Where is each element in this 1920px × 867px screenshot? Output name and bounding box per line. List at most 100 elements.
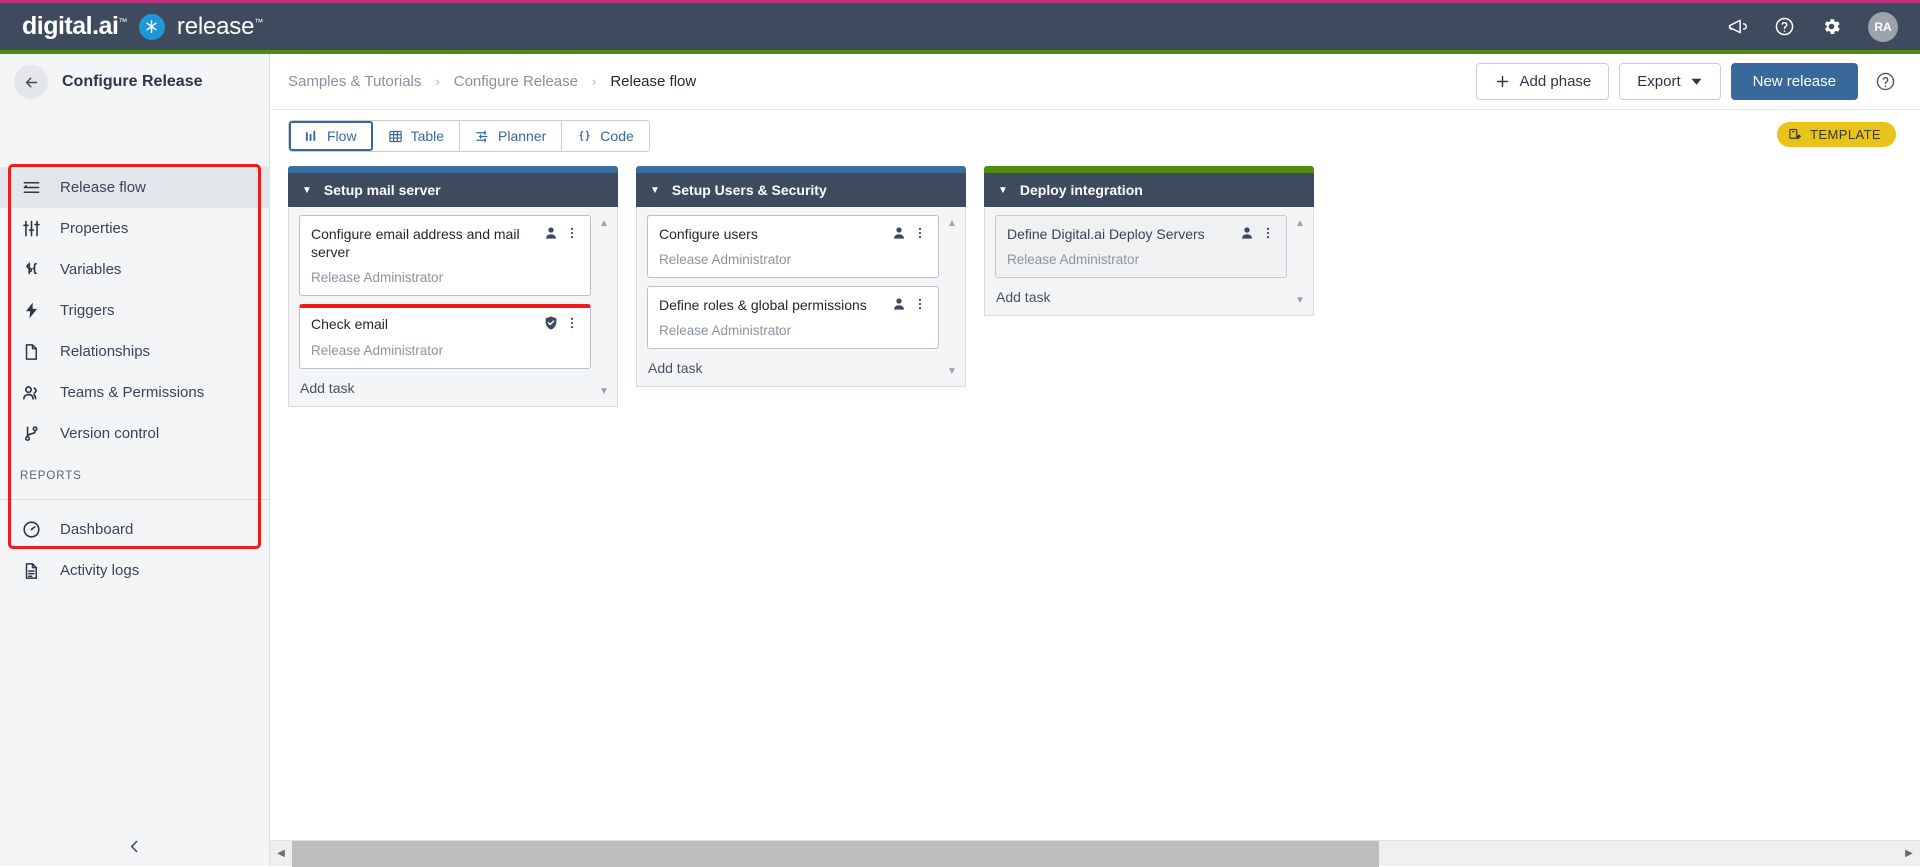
kebab-menu-icon[interactable]	[565, 225, 579, 241]
task-list: Configure users Release Administrator De…	[647, 215, 939, 380]
sidebar-item-release-flow[interactable]: Release flow	[0, 167, 270, 208]
scroll-down-arrow-icon[interactable]: ▼	[599, 386, 609, 397]
breadcrumb-item-release-flow: Release flow	[610, 73, 696, 90]
avatar[interactable]: RA	[1868, 12, 1898, 42]
phase-title: Setup Users & Security	[672, 182, 827, 198]
person-icon[interactable]	[891, 225, 907, 241]
page-help-icon[interactable]	[1874, 71, 1896, 93]
breadcrumb-item-configure-release[interactable]: Configure Release	[454, 73, 578, 90]
tab-code[interactable]: Code	[562, 121, 648, 151]
sidebar-divider	[0, 499, 270, 500]
page-actions: Add phase Export New release	[1476, 63, 1896, 100]
scroll-up-arrow-icon[interactable]: ▲	[947, 218, 957, 229]
export-button[interactable]: Export	[1619, 63, 1720, 100]
kebab-menu-icon[interactable]	[565, 315, 579, 331]
kebab-menu-icon[interactable]	[913, 296, 927, 312]
add-task-button[interactable]: Add task	[299, 377, 591, 400]
view-tabs: Flow Table Planner Code	[288, 120, 650, 152]
add-task-button[interactable]: Add task	[995, 286, 1287, 309]
task-card-row: Define roles & global permissions	[659, 296, 927, 314]
kebab-menu-icon[interactable]	[1261, 225, 1275, 241]
phase-vertical-scrollbar[interactable]: ▲ ▼	[597, 215, 611, 400]
phase-collapse-caret-icon[interactable]: ▼	[650, 185, 660, 196]
scroll-up-arrow-icon[interactable]: ▲	[1295, 218, 1305, 229]
task-card-row: Define Digital.ai Deploy Servers	[1007, 225, 1275, 243]
phase-accent-bar	[288, 166, 618, 173]
sidebar-item-label: Release flow	[60, 179, 146, 196]
person-icon[interactable]	[1239, 225, 1255, 241]
shield-check-icon[interactable]	[543, 315, 559, 331]
task-owner: Release Administrator	[311, 270, 579, 285]
person-icon[interactable]	[543, 225, 559, 241]
add-phase-button[interactable]: Add phase	[1476, 63, 1610, 100]
tab-flow[interactable]: Flow	[289, 121, 373, 151]
template-badge[interactable]: TEMPLATE	[1777, 122, 1896, 147]
scroll-down-arrow-icon[interactable]: ▼	[1295, 295, 1305, 306]
sidebar-item-label: Relationships	[60, 343, 150, 360]
sidebar-item-activity-logs[interactable]: Activity logs	[0, 550, 270, 591]
brand-digitalai-text: digital.ai™	[22, 14, 127, 39]
brand-logo[interactable]: digital.ai™ release™	[0, 13, 263, 41]
task-card[interactable]: Define roles & global permissions Releas…	[647, 286, 939, 349]
person-icon[interactable]	[891, 296, 907, 312]
task-owner: Release Administrator	[311, 343, 579, 358]
scrollbar-thumb[interactable]	[292, 841, 1379, 867]
sidebar-collapse-button[interactable]	[0, 826, 269, 866]
phase-title: Setup mail server	[324, 182, 441, 198]
help-icon[interactable]	[1774, 16, 1795, 37]
planner-lines-icon	[475, 129, 490, 144]
task-card-row: Configure users	[659, 225, 927, 243]
phase-vertical-scrollbar[interactable]: ▲ ▼	[945, 215, 959, 380]
task-list: Configure email address and mail server …	[299, 215, 591, 400]
task-title: Define roles & global permissions	[659, 296, 891, 314]
task-card-icons	[891, 296, 927, 312]
sidebar-item-relationships[interactable]: Relationships	[0, 331, 270, 372]
sidebar-item-triggers[interactable]: Triggers	[0, 290, 270, 331]
task-title: Configure email address and mail server	[311, 225, 543, 261]
back-arrow-icon[interactable]	[14, 65, 48, 99]
task-card[interactable]: Check email Release Administrator	[299, 304, 591, 368]
sidebar-item-label: Triggers	[60, 302, 114, 319]
template-badge-label: TEMPLATE	[1810, 127, 1881, 142]
chevron-down-icon	[1690, 75, 1703, 88]
task-card[interactable]: Configure users Release Administrator	[647, 215, 939, 278]
sidebar-item-variables[interactable]: Variables	[0, 249, 270, 290]
sidebar-item-dashboard[interactable]: Dashboard	[0, 509, 270, 550]
scroll-right-arrow-icon[interactable]: ▶	[1898, 848, 1920, 859]
phase-accent-bar	[636, 166, 966, 173]
tab-planner[interactable]: Planner	[460, 121, 562, 151]
phase-header[interactable]: ▼ Setup mail server	[288, 173, 618, 207]
phase-header[interactable]: ▼ Deploy integration	[984, 173, 1314, 207]
add-task-button[interactable]: Add task	[647, 357, 939, 380]
breadcrumb-separator: ›	[435, 74, 439, 89]
horizontal-scrollbar[interactable]: ◀ ▶	[270, 840, 1920, 866]
sidebar-item-properties[interactable]: Properties	[0, 208, 270, 249]
breadcrumb-separator: ›	[592, 74, 596, 89]
task-title: Define Digital.ai Deploy Servers	[1007, 225, 1239, 243]
sidebar-item-label: Activity logs	[60, 562, 139, 579]
sidebar-item-teams-permissions[interactable]: Teams & Permissions	[0, 372, 270, 413]
phase-collapse-caret-icon[interactable]: ▼	[998, 185, 1008, 196]
phase-vertical-scrollbar[interactable]: ▲ ▼	[1293, 215, 1307, 309]
phase-body: Configure users Release Administrator De…	[636, 207, 966, 387]
phase-accent-bar	[984, 166, 1314, 173]
export-label: Export	[1637, 73, 1680, 90]
settings-gear-icon[interactable]	[1821, 16, 1842, 37]
scroll-left-arrow-icon[interactable]: ◀	[270, 848, 292, 859]
scroll-up-arrow-icon[interactable]: ▲	[599, 218, 609, 229]
announcements-icon[interactable]	[1727, 16, 1748, 37]
breadcrumb-item-samples[interactable]: Samples & Tutorials	[288, 73, 421, 90]
scroll-down-arrow-icon[interactable]: ▼	[947, 366, 957, 377]
task-card[interactable]: Define Digital.ai Deploy Servers Release…	[995, 215, 1287, 278]
scrollbar-track[interactable]	[292, 841, 1898, 867]
phase-column: ▼ Deploy integration Define Digital.ai D…	[984, 166, 1314, 407]
phase-body: Configure email address and mail server …	[288, 207, 618, 407]
phase-collapse-caret-icon[interactable]: ▼	[302, 185, 312, 196]
sidebar-item-version-control[interactable]: Version control	[0, 413, 270, 454]
phase-title: Deploy integration	[1020, 182, 1143, 198]
kebab-menu-icon[interactable]	[913, 225, 927, 241]
phase-header[interactable]: ▼ Setup Users & Security	[636, 173, 966, 207]
tab-table[interactable]: Table	[373, 121, 460, 151]
new-release-button[interactable]: New release	[1731, 63, 1858, 100]
task-card[interactable]: Configure email address and mail server …	[299, 215, 591, 296]
